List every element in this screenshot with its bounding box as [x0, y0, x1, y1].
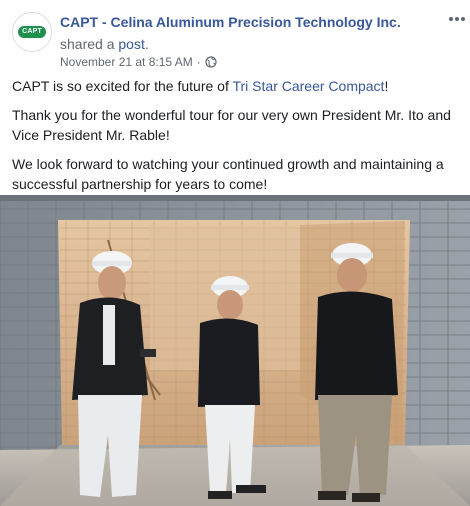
globe-icon[interactable]	[205, 56, 217, 68]
post-meta: November 21 at 8:15 AM ·	[60, 55, 217, 69]
author-line: CAPT - Celina Aluminum Precision Technol…	[60, 13, 401, 31]
paragraph-1-end: !	[384, 78, 389, 94]
page-name-link[interactable]: CAPT - Celina Aluminum Precision Technol…	[60, 14, 401, 30]
meta-separator: ·	[196, 55, 201, 69]
ellipsis-icon[interactable]	[448, 12, 466, 26]
shared-suffix: .	[144, 36, 149, 52]
paragraph-1-text: CAPT is so excited for the future of	[12, 78, 233, 94]
facebook-post: CAPT CAPT - Celina Aluminum Precision Te…	[0, 0, 470, 506]
post-photo[interactable]	[0, 195, 470, 506]
shared-line: shared a post.	[60, 35, 149, 53]
shared-prefix: shared a	[60, 36, 119, 52]
post-timestamp[interactable]: November 21 at 8:15 AM	[60, 55, 193, 69]
paragraph-2: Thank you for the wonderful tour for our…	[12, 107, 451, 143]
page-avatar[interactable]: CAPT	[12, 12, 52, 52]
paragraph-1: CAPT is so excited for the future of Tri…	[12, 76, 462, 96]
mention-tri-star-career-compact[interactable]: Tri Star Career Compact	[232, 78, 384, 94]
post-header: CAPT CAPT - Celina Aluminum Precision Te…	[0, 0, 470, 72]
shared-post-link[interactable]: post	[118, 36, 144, 52]
post-text: CAPT is so excited for the future of Tri…	[12, 76, 462, 203]
capt-logo: CAPT	[18, 26, 46, 38]
paragraph-3: We look forward to watching your continu…	[12, 156, 444, 192]
